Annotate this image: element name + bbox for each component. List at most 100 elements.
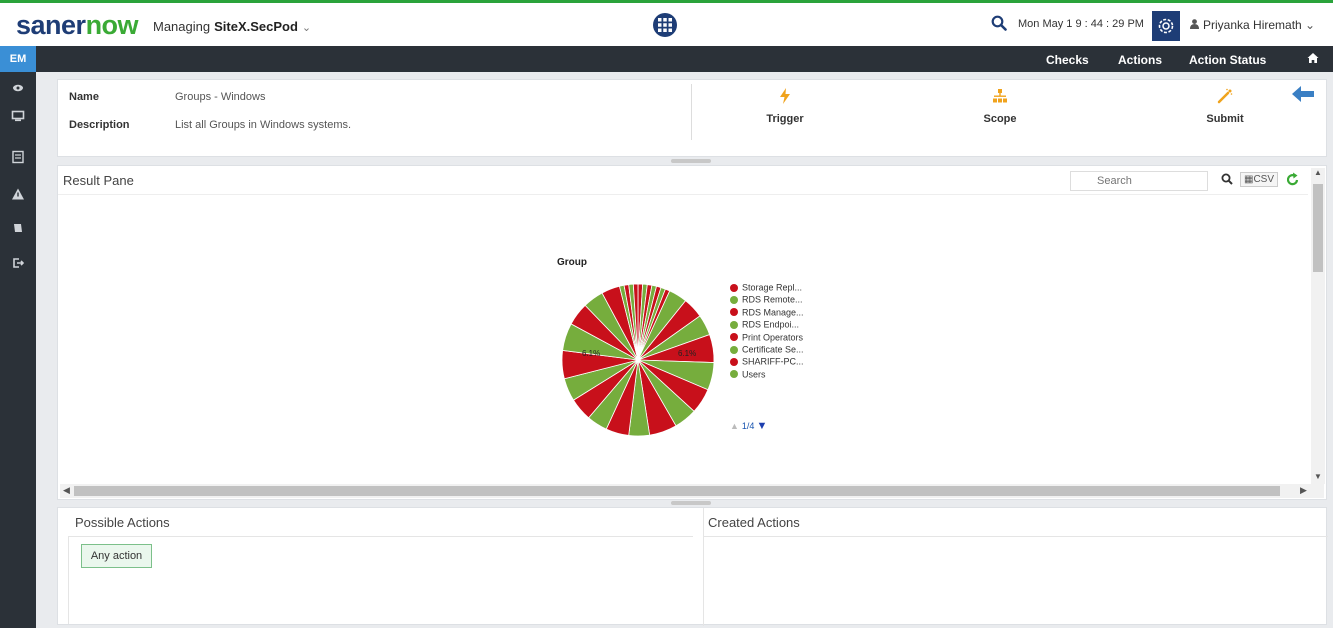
divider bbox=[68, 536, 693, 537]
legend-swatch bbox=[730, 320, 738, 329]
logout-icon[interactable] bbox=[10, 255, 26, 271]
logo-text-now: now bbox=[85, 10, 139, 40]
slice-label: 6.1% bbox=[582, 349, 600, 358]
nav-action-status[interactable]: Action Status bbox=[1189, 53, 1266, 67]
divider bbox=[703, 508, 704, 626]
tag-icon[interactable] bbox=[10, 220, 26, 236]
name-value: Groups - Windows bbox=[175, 91, 266, 103]
trigger-button[interactable]: Trigger bbox=[745, 88, 825, 125]
created-actions-title: Created Actions bbox=[708, 515, 800, 530]
site-selector[interactable]: Managing SiteX.SecPod ⌄ bbox=[153, 19, 311, 34]
legend-swatch bbox=[730, 283, 738, 292]
bolt-icon bbox=[780, 88, 790, 104]
export-csv-button[interactable]: ▦CSV bbox=[1240, 172, 1279, 187]
divider bbox=[691, 84, 692, 140]
logo-text-saner: saner bbox=[16, 10, 86, 40]
check-details-card: Name Groups - Windows Description List a… bbox=[57, 79, 1327, 157]
legend-swatch bbox=[730, 296, 738, 305]
scroll-thumb[interactable] bbox=[1313, 184, 1323, 272]
main-nav-bar: Checks Actions Action Status bbox=[36, 46, 1333, 72]
legend-label: RDS Endpoi... bbox=[742, 319, 800, 330]
scroll-thumb[interactable] bbox=[74, 486, 1280, 496]
chart-legend: Storage Repl... RDS Remote... RDS Manage..… bbox=[730, 282, 804, 381]
legend-item[interactable]: RDS Endpoi... bbox=[730, 319, 804, 331]
legend-item[interactable]: Certificate Se... bbox=[730, 344, 804, 356]
horizontal-scrollbar[interactable]: ◀ ▶ bbox=[60, 484, 1324, 498]
scroll-right-icon[interactable]: ▶ bbox=[1300, 485, 1307, 496]
slice-label: 6.1% bbox=[678, 349, 696, 358]
top-header: sanernow Managing SiteX.SecPod ⌄ Mon May 1… bbox=[0, 0, 1333, 46]
legend-label: SHARIFF-PC... bbox=[742, 356, 804, 367]
scroll-down-icon[interactable]: ▼ bbox=[1314, 472, 1322, 481]
search-icon[interactable] bbox=[991, 15, 1007, 34]
legend-item[interactable]: RDS Manage... bbox=[730, 307, 804, 319]
legend-label: RDS Manage... bbox=[742, 307, 804, 318]
actions-panel: Possible Actions Created Actions Any act… bbox=[57, 507, 1328, 626]
legend-label: Storage Repl... bbox=[742, 282, 803, 293]
legend-label: Users bbox=[742, 369, 766, 380]
legend-item[interactable]: Storage Repl... bbox=[730, 282, 804, 294]
apps-grid-button[interactable] bbox=[653, 13, 677, 37]
refresh-icon[interactable] bbox=[1286, 172, 1299, 189]
scope-button[interactable]: Scope bbox=[960, 88, 1040, 125]
user-icon bbox=[1190, 18, 1199, 32]
legend-label: RDS Remote... bbox=[742, 295, 803, 306]
legend-label: Certificate Se... bbox=[742, 344, 804, 355]
nav-actions[interactable]: Actions bbox=[1118, 53, 1162, 67]
scroll-up-icon[interactable]: ▲ bbox=[1314, 168, 1322, 177]
legend-swatch bbox=[730, 333, 738, 342]
sidebar-item-em[interactable]: EM bbox=[0, 46, 36, 72]
pane-resize-handle[interactable] bbox=[671, 501, 711, 505]
user-menu[interactable]: Priyanka Hiremath ⌄ bbox=[1190, 18, 1315, 32]
pane-resize-handle[interactable] bbox=[671, 159, 711, 163]
left-sidebar: EM bbox=[0, 46, 36, 628]
group-pie-chart: 6.1% 6.1% bbox=[561, 283, 715, 437]
submit-button[interactable]: Submit bbox=[1185, 88, 1265, 125]
submit-label: Submit bbox=[1206, 113, 1244, 125]
grid-icon bbox=[658, 18, 672, 32]
csv-label: CSV bbox=[1253, 174, 1275, 185]
legend-swatch bbox=[730, 345, 738, 354]
gear-icon bbox=[1158, 18, 1174, 34]
divider bbox=[58, 194, 1308, 195]
any-action-button[interactable]: Any action bbox=[81, 544, 152, 568]
trigger-label: Trigger bbox=[766, 113, 804, 125]
legend-label: Print Operators bbox=[742, 332, 804, 343]
eye-icon[interactable] bbox=[10, 80, 26, 96]
legend-item[interactable]: Users bbox=[730, 369, 804, 381]
result-pane-title: Result Pane bbox=[63, 173, 134, 188]
scroll-left-icon[interactable]: ◀ bbox=[63, 485, 70, 496]
magic-wand-icon bbox=[1217, 88, 1233, 104]
search-icon[interactable] bbox=[1221, 173, 1233, 188]
legend-item[interactable]: SHARIFF-PC... bbox=[730, 356, 804, 368]
back-arrow-icon[interactable] bbox=[1292, 86, 1314, 105]
description-label: Description bbox=[69, 119, 130, 131]
chevron-down-icon: ⌄ bbox=[301, 22, 312, 34]
list-icon[interactable] bbox=[10, 149, 26, 165]
legend-item[interactable]: RDS Remote... bbox=[730, 294, 804, 306]
legend-swatch bbox=[730, 370, 738, 379]
home-icon[interactable] bbox=[1307, 52, 1319, 67]
chart-title: Group bbox=[557, 257, 587, 268]
managing-label: Managing bbox=[153, 19, 211, 34]
alert-icon[interactable] bbox=[10, 186, 26, 202]
nav-checks[interactable]: Checks bbox=[1046, 53, 1089, 67]
pager-text: 1/4 bbox=[741, 421, 755, 431]
description-value: List all Groups in Windows systems. bbox=[175, 119, 352, 131]
sanernow-logo[interactable]: sanernow bbox=[16, 9, 139, 41]
settings-button[interactable] bbox=[1152, 11, 1180, 41]
result-search-input[interactable] bbox=[1070, 171, 1208, 191]
result-pane: Result Pane ▦CSV Group 6.1% 6.1% Storage… bbox=[57, 165, 1327, 500]
chevron-down-icon: ⌄ bbox=[1305, 18, 1316, 32]
legend-pager[interactable]: ▲ 1/4 ▼ bbox=[730, 420, 767, 432]
divider bbox=[68, 536, 69, 624]
legend-item[interactable]: Print Operators bbox=[730, 332, 804, 344]
vertical-scrollbar[interactable]: ▲ ▼ bbox=[1311, 168, 1325, 484]
pager-up-icon[interactable]: ▲ bbox=[730, 421, 739, 431]
scope-label: Scope bbox=[983, 113, 1017, 125]
monitor-icon[interactable] bbox=[10, 108, 26, 124]
pager-down-icon[interactable]: ▼ bbox=[756, 420, 767, 432]
legend-swatch bbox=[730, 308, 738, 317]
divider bbox=[703, 536, 1328, 537]
datetime-display: Mon May 1 9 : 44 : 29 PM bbox=[1018, 18, 1144, 30]
